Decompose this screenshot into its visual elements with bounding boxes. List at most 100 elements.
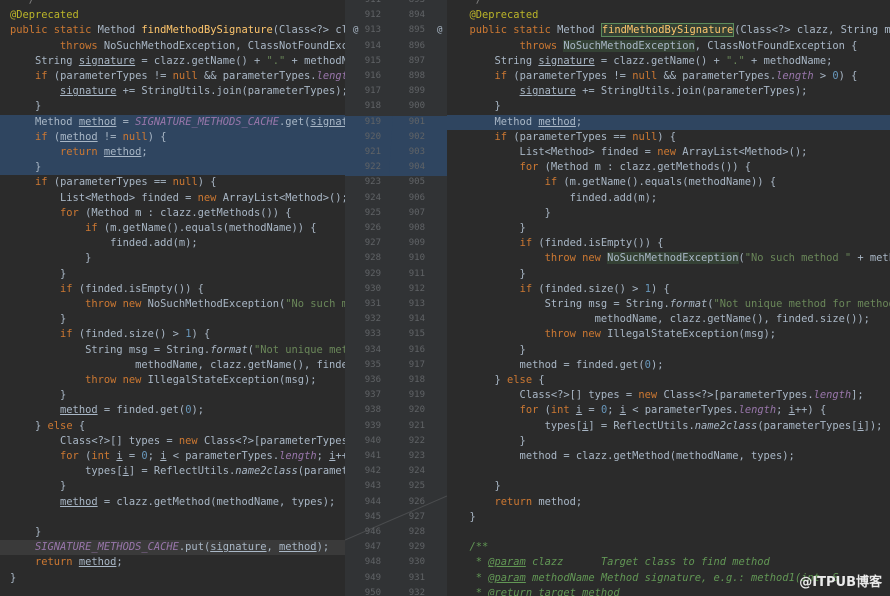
right-line-number[interactable]: 931: [393, 571, 425, 586]
left-line-number[interactable]: 944: [349, 495, 381, 510]
code-line[interactable]: Class<?>[] types = new Class<?>[paramete…: [447, 388, 890, 403]
left-line-number[interactable]: 940: [349, 434, 381, 449]
left-line-number[interactable]: 941: [349, 449, 381, 464]
left-line-number[interactable]: 949: [349, 571, 381, 586]
code-line[interactable]: }: [0, 267, 345, 282]
left-line-number[interactable]: 926: [349, 221, 381, 236]
code-line[interactable]: return method;: [447, 495, 890, 510]
code-line[interactable]: }: [447, 99, 890, 114]
code-line[interactable]: }: [447, 510, 890, 525]
code-line[interactable]: return method;: [0, 555, 345, 570]
code-line[interactable]: String signature = clazz.getName() + "."…: [447, 54, 890, 69]
code-line[interactable]: signature += StringUtils.join(parameterT…: [0, 84, 345, 99]
right-line-number[interactable]: 929: [393, 540, 425, 555]
code-line[interactable]: if (m.getName().equals(methodName)) {: [447, 175, 890, 190]
right-line-number[interactable]: 913: [393, 297, 425, 312]
code-line[interactable]: }: [447, 267, 890, 282]
code-line[interactable]: methodName, clazz.getName(), finded.size…: [0, 358, 345, 373]
right-line-number[interactable]: 916: [393, 343, 425, 358]
left-line-number[interactable]: 928: [349, 251, 381, 266]
left-line-number[interactable]: 915: [349, 54, 381, 69]
code-line[interactable]: }: [0, 525, 345, 540]
right-line-number[interactable]: 894: [393, 8, 425, 23]
code-line[interactable]: return method;: [0, 145, 345, 161]
right-line-number[interactable]: 907: [393, 206, 425, 221]
left-line-number[interactable]: 938: [349, 403, 381, 418]
code-line[interactable]: */: [0, 0, 345, 8]
left-line-number[interactable]: 933: [349, 327, 381, 342]
code-line[interactable]: if (finded.size() > 1) {: [0, 327, 345, 342]
right-line-number[interactable]: 900: [393, 99, 425, 114]
left-line-number[interactable]: 916: [349, 69, 381, 84]
right-line-number[interactable]: 902: [393, 130, 425, 145]
right-line-number[interactable]: 917: [393, 358, 425, 373]
right-line-number[interactable]: 923: [393, 449, 425, 464]
left-line-number[interactable]: 946: [349, 525, 381, 540]
right-line-number[interactable]: 918: [393, 373, 425, 388]
code-line[interactable]: }: [447, 479, 890, 494]
code-line[interactable]: [447, 525, 890, 540]
code-line[interactable]: if (finded.isEmpty()) {: [0, 282, 345, 297]
code-line[interactable]: if (finded.size() > 1) {: [447, 282, 890, 297]
code-line[interactable]: method = finded.get(0);: [0, 403, 345, 418]
code-line[interactable]: throws NoSuchMethodException, ClassNotFo…: [447, 39, 890, 54]
left-line-number[interactable]: 939: [349, 419, 381, 434]
code-line[interactable]: for (int i = 0; i < parameterTypes.lengt…: [0, 449, 345, 464]
left-line-number[interactable]: 919: [349, 115, 381, 130]
code-line[interactable]: Method method;: [447, 114, 890, 130]
right-line-number[interactable]: 922: [393, 434, 425, 449]
code-line[interactable]: for (int i = 0; i < parameterTypes.lengt…: [447, 403, 890, 418]
left-code-pane[interactable]: */@Deprecated public static Method findMe…: [0, 0, 345, 596]
left-line-number[interactable]: 912: [349, 8, 381, 23]
left-line-number[interactable]: 934: [349, 343, 381, 358]
code-line[interactable]: SIGNATURE_METHODS_CACHE.put(signature, m…: [0, 540, 345, 556]
left-line-number[interactable]: 931: [349, 297, 381, 312]
code-line[interactable]: }: [0, 251, 345, 266]
code-line[interactable]: method = finded.get(0);: [447, 358, 890, 373]
right-line-number[interactable]: 896: [393, 39, 425, 54]
right-line-number[interactable]: 895: [393, 23, 425, 38]
left-line-number[interactable]: 935: [349, 358, 381, 373]
code-line[interactable]: } else {: [447, 373, 890, 388]
left-line-number[interactable]: 921: [349, 145, 381, 160]
left-line-number[interactable]: 924: [349, 191, 381, 206]
code-line[interactable]: String signature = clazz.getName() + "."…: [0, 54, 345, 69]
code-line[interactable]: [0, 510, 345, 525]
code-line[interactable]: List<Method> finded = new ArrayList<Meth…: [0, 191, 345, 206]
right-line-number[interactable]: 903: [393, 145, 425, 160]
code-line[interactable]: }: [447, 206, 890, 221]
code-line[interactable]: }: [0, 312, 345, 327]
code-line[interactable]: Class<?>[] types = new Class<?>[paramete…: [0, 434, 345, 449]
right-line-number[interactable]: 919: [393, 388, 425, 403]
right-line-number[interactable]: 911: [393, 267, 425, 282]
code-line[interactable]: }: [0, 479, 345, 494]
left-line-number[interactable]: 918: [349, 99, 381, 114]
left-line-number[interactable]: 922: [349, 160, 381, 175]
left-line-number[interactable]: 923: [349, 175, 381, 190]
right-line-number[interactable]: 914: [393, 312, 425, 327]
code-line[interactable]: if (m.getName().equals(methodName)) {: [0, 221, 345, 236]
code-line[interactable]: throw new IllegalStateException(msg);: [447, 327, 890, 342]
left-line-number[interactable]: 917: [349, 84, 381, 99]
right-line-number[interactable]: 910: [393, 251, 425, 266]
right-line-number[interactable]: 908: [393, 221, 425, 236]
right-code-pane[interactable]: */ @Deprecated public static Method find…: [447, 0, 890, 596]
code-line[interactable]: if (method != null) {: [0, 129, 345, 145]
code-line[interactable]: if (finded.isEmpty()) {: [447, 236, 890, 251]
left-line-number[interactable]: 947: [349, 540, 381, 555]
code-line[interactable]: throw new NoSuchMethodException("No such…: [447, 251, 890, 266]
right-line-number[interactable]: 930: [393, 555, 425, 570]
left-line-number[interactable]: 945: [349, 510, 381, 525]
code-line[interactable]: List<Method> finded = new ArrayList<Meth…: [447, 145, 890, 160]
code-line[interactable]: types[i] = ReflectUtils.name2class(param…: [447, 419, 890, 434]
code-line[interactable]: */: [447, 0, 890, 8]
right-line-number[interactable]: 893: [393, 0, 425, 8]
right-line-number[interactable]: 912: [393, 282, 425, 297]
code-line[interactable]: }: [0, 571, 345, 586]
code-line[interactable]: throw new NoSuchMethodException("No such…: [0, 297, 345, 312]
code-line[interactable]: String msg = String.format("Not unique m…: [0, 343, 345, 358]
code-line[interactable]: finded.add(m);: [0, 236, 345, 251]
code-line[interactable]: if (parameterTypes != null && parameterT…: [447, 69, 890, 84]
code-line[interactable]: finded.add(m);: [447, 191, 890, 206]
code-line[interactable]: public static Method findMethodBySignatu…: [0, 23, 345, 38]
